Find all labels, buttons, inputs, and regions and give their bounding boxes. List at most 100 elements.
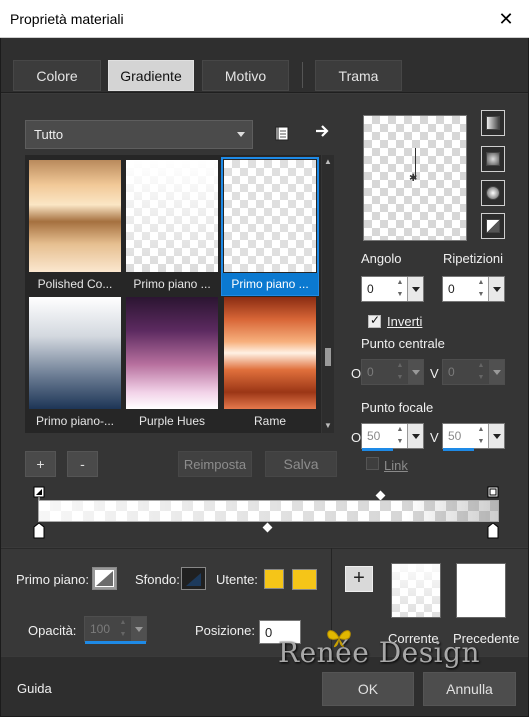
remove-gradient-button[interactable]: - [67, 451, 98, 477]
dropdown-value: Tutto [34, 127, 64, 142]
bottom-left-stop-marker[interactable] [33, 523, 47, 539]
focal-o-stepper[interactable]: ▲ ▼ [393, 424, 407, 448]
opacity-dropdown[interactable] [130, 617, 146, 641]
cancel-button[interactable]: Annulla [423, 672, 516, 706]
previous-material-preview [456, 563, 506, 618]
focal-v-spinbox[interactable]: 50 ▲ ▼ [442, 423, 505, 451]
gradient-bar-fade [39, 501, 498, 521]
center-v-spinbox[interactable]: 0 ▲ ▼ [442, 359, 505, 385]
center-v-dropdown[interactable] [488, 360, 504, 384]
scrollbar-thumb[interactable] [325, 348, 331, 366]
current-material-preview [391, 563, 441, 618]
opacity-value: 100 [90, 622, 111, 636]
swatch-preview [29, 297, 121, 409]
angle-dropdown[interactable] [407, 277, 423, 301]
gradient-swatch[interactable]: Polished Co... [27, 158, 123, 295]
focal-v-slider-fill [443, 448, 474, 451]
tab-separator [302, 62, 303, 88]
foreground-label: Primo piano: [16, 572, 89, 587]
ok-button[interactable]: OK [322, 672, 414, 706]
center-point-icon[interactable]: ✱ [409, 173, 417, 184]
background-label: Sfondo: [135, 572, 180, 587]
background-swatch[interactable] [181, 567, 206, 590]
swatch-preview [29, 160, 121, 272]
gradient-swatch[interactable]: Rame [222, 295, 318, 432]
foreground-swatch[interactable] [92, 567, 117, 590]
center-o-spinbox[interactable]: 0 ▲ ▼ [361, 359, 424, 385]
linear-gradient-icon [486, 116, 500, 130]
focal-v-dropdown[interactable] [488, 424, 504, 448]
invert-checkbox[interactable] [368, 313, 381, 328]
link-label: Link [384, 458, 408, 473]
center-o-stepper[interactable]: ▲ ▼ [393, 360, 407, 384]
tab-gradiente[interactable]: Gradiente [108, 60, 194, 91]
repeats-dropdown[interactable] [488, 277, 504, 301]
tab-colore[interactable]: Colore [13, 60, 101, 91]
arrow-right-icon[interactable] [310, 119, 334, 143]
linear-style-button[interactable] [481, 110, 505, 136]
focal-o-dropdown[interactable] [407, 424, 423, 448]
gradient-swatch[interactable]: Primo piano-... [27, 295, 123, 432]
center-v-stepper[interactable]: ▲ ▼ [474, 360, 488, 384]
opacity-stepper[interactable]: ▲ ▼ [116, 617, 130, 641]
focal-v-value: 50 [448, 429, 462, 443]
center-o-label: O [351, 366, 362, 381]
top-right-stop-marker[interactable] [487, 486, 501, 500]
sunburst-style-button[interactable] [481, 213, 505, 239]
library-icon[interactable] [270, 121, 294, 145]
close-icon[interactable]: ✕ [483, 0, 529, 38]
focal-v-stepper[interactable]: ▲ ▼ [474, 424, 488, 448]
gradient-swatch[interactable]: Primo piano ... [124, 158, 220, 295]
add-swatch-button[interactable]: + [345, 566, 373, 592]
sunburst-gradient-icon [486, 219, 500, 233]
swatch-label: Polished Co... [37, 277, 113, 291]
angle-stepper[interactable]: ▲ ▼ [393, 277, 407, 301]
user-color-swatch-secondary[interactable] [292, 569, 317, 590]
help-link[interactable]: Guida [17, 681, 52, 696]
repeats-label: Ripetizioni [443, 251, 503, 266]
swatch-preview [126, 160, 218, 272]
gradient-editor-bar[interactable] [38, 500, 499, 522]
gallery-scrollbar[interactable]: ▲ ▼ [322, 155, 334, 433]
title-bar: Proprietà materiali ✕ [0, 0, 529, 38]
rectangular-style-button[interactable] [481, 146, 505, 172]
gradient-category-dropdown[interactable]: Tutto [25, 120, 253, 149]
gradient-swatch[interactable]: Purple Hues [124, 295, 220, 432]
focal-o-slider-fill [362, 448, 393, 451]
center-v-label: V [430, 366, 439, 381]
repeats-stepper[interactable]: ▲ ▼ [474, 277, 488, 301]
gradient-swatch-selected[interactable]: Primo piano ... [221, 157, 319, 296]
center-v-value: 0 [448, 365, 455, 379]
gradient-gallery: Polished Co... Primo piano ... Primo pia… [25, 155, 321, 433]
swatch-label: Rame [253, 414, 286, 428]
bottom-right-stop-marker[interactable] [487, 523, 501, 539]
user-label: Utente: [216, 572, 258, 587]
opacity-label: Opacità: [28, 623, 77, 638]
center-o-value: 0 [367, 365, 374, 379]
window-title: Proprietà materiali [10, 11, 124, 27]
top-left-stop-marker[interactable] [33, 486, 47, 500]
swatch-label: Purple Hues [138, 414, 206, 428]
save-button[interactable]: Salva [265, 451, 337, 477]
radial-gradient-icon [486, 186, 500, 200]
repeats-spinbox[interactable]: 0 ▲ ▼ [442, 276, 505, 302]
scroll-down-icon[interactable]: ▼ [324, 422, 332, 430]
scroll-up-icon[interactable]: ▲ [324, 158, 332, 166]
angle-value: 0 [367, 282, 374, 296]
tab-trama[interactable]: Trama [315, 60, 402, 91]
opacity-spinbox[interactable]: 100 ▲ ▼ [84, 616, 147, 644]
swatch-preview [126, 297, 218, 409]
center-o-dropdown[interactable] [407, 360, 423, 384]
add-gradient-button[interactable]: + [25, 451, 56, 477]
focal-point-label: Punto focale [361, 400, 434, 415]
gradient-preview[interactable]: ✱ [363, 115, 467, 241]
tab-motivo[interactable]: Motivo [202, 60, 289, 91]
radial-style-button[interactable] [481, 180, 505, 206]
angle-spinbox[interactable]: 0 ▲ ▼ [361, 276, 424, 302]
angle-label: Angolo [361, 251, 402, 266]
opacity-slider-fill [85, 641, 146, 644]
focal-o-spinbox[interactable]: 50 ▲ ▼ [361, 423, 424, 451]
user-color-swatch[interactable] [264, 569, 284, 589]
link-checkbox[interactable] [366, 457, 379, 470]
reset-button[interactable]: Reimposta [178, 451, 252, 477]
